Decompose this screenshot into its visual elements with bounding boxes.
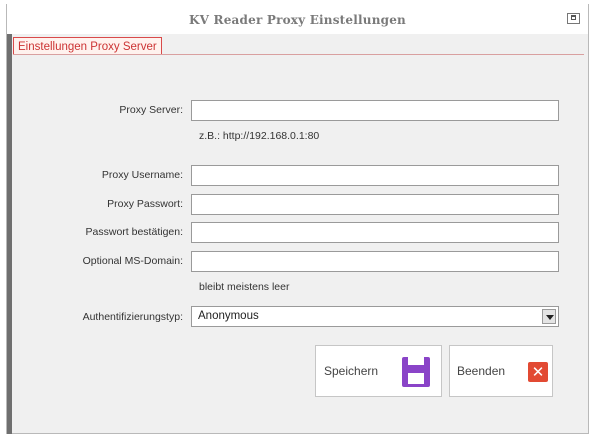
ms-domain-hint: bleibt meistens leer	[199, 281, 290, 293]
proxy-server-label: Proxy Server:	[119, 104, 183, 116]
exit-button[interactable]: Beenden ✕	[449, 345, 553, 397]
ms-domain-label: Optional MS-Domain:	[82, 255, 183, 267]
proxy-server-input[interactable]	[191, 100, 559, 121]
auth-type-selected-value: Anonymous	[198, 310, 259, 322]
title-bar[interactable]: KV Reader Proxy Einstellungen	[7, 4, 588, 34]
window-left-border	[7, 34, 12, 434]
window-title: KV Reader Proxy Einstellungen	[189, 13, 406, 27]
ms-domain-input[interactable]	[191, 251, 559, 272]
auth-type-select[interactable]: Anonymous	[191, 306, 559, 327]
tab-proxy-settings[interactable]: Einstellungen Proxy Server	[13, 37, 162, 55]
proxy-server-hint: z.B.: http://192.168.0.1:80	[199, 130, 320, 142]
close-x-icon: ✕	[528, 362, 548, 382]
proxy-username-input[interactable]	[191, 165, 559, 186]
auth-type-label: Authentifizierungstyp:	[82, 311, 183, 323]
save-button-label: Speichern	[324, 364, 379, 378]
restore-icon	[571, 15, 576, 20]
tab-divider	[13, 54, 584, 55]
floppy-disk-icon	[402, 357, 430, 387]
restore-window-button[interactable]	[567, 13, 580, 24]
exit-button-label: Beenden	[457, 364, 506, 378]
password-confirm-input[interactable]	[191, 222, 559, 243]
proxy-password-input[interactable]	[191, 194, 559, 215]
proxy-username-label: Proxy Username:	[101, 169, 183, 181]
chevron-down-icon[interactable]	[542, 309, 556, 324]
proxy-password-label: Proxy Passwort:	[107, 198, 183, 210]
settings-window: KV Reader Proxy Einstellungen Einstellun…	[6, 4, 589, 434]
save-button[interactable]: Speichern	[315, 345, 442, 397]
password-confirm-label: Passwort bestätigen:	[85, 226, 183, 238]
